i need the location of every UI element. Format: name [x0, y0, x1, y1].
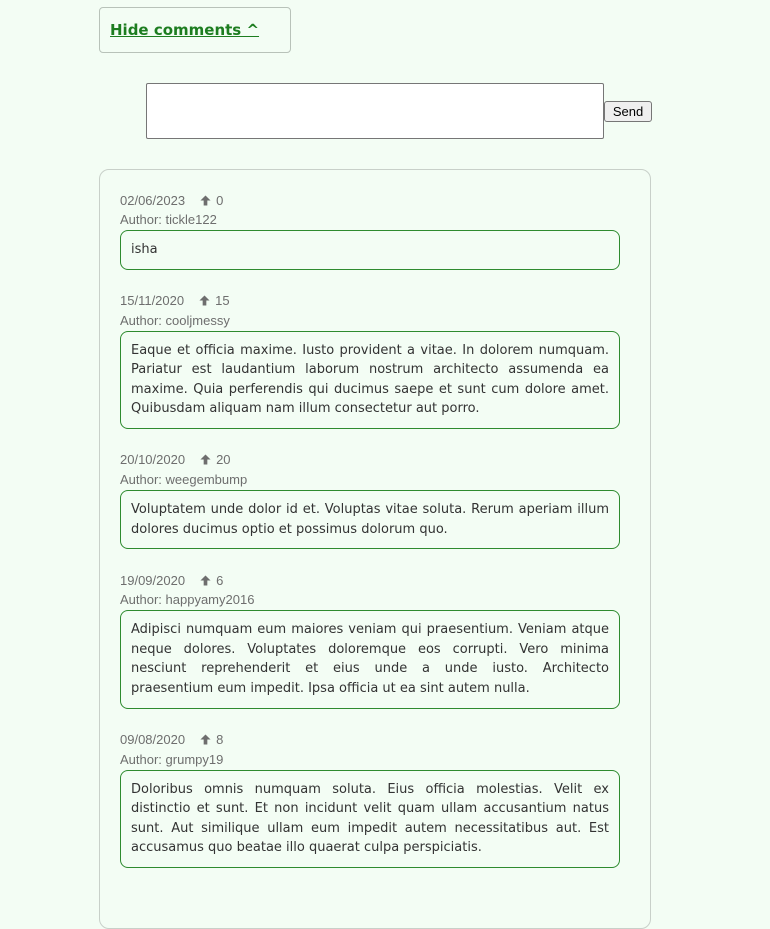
upvote-arrow-icon[interactable]	[200, 575, 211, 586]
comment-body: Doloribus omnis numquam soluta. Eius off…	[120, 769, 620, 868]
comment-author: Author: cooljmessy	[120, 312, 230, 328]
comment-meta: 20/10/2020 20	[120, 450, 620, 470]
comment-meta: 15/11/2020 15	[120, 291, 620, 311]
comment-vote-count: 0	[216, 192, 224, 208]
comment-body: isha	[120, 230, 620, 270]
hide-comments-link[interactable]: Hide comments ^	[110, 21, 259, 39]
upvote-arrow-icon[interactable]	[200, 454, 211, 466]
comment-body: Voluptatem unde dolor id et. Voluptas vi…	[120, 489, 620, 550]
comment-date: 15/11/2020	[120, 293, 185, 309]
comment-vote-count: 8	[216, 732, 224, 748]
comment-date: 09/08/2020	[120, 732, 186, 748]
comment-meta: 09/08/2020 8	[120, 730, 620, 750]
comment-date: 20/10/2020	[120, 452, 186, 468]
toggle-comments-container: Hide comments ^	[99, 7, 291, 53]
comment-card: 02/06/2023 0 Author: tickle122 isha	[120, 190, 620, 270]
upvote-arrow-icon[interactable]	[199, 295, 210, 306]
comment-body: Eaque et officia maxime. Iusto provident…	[120, 330, 620, 429]
comment-meta: 02/06/2023 0	[120, 190, 620, 210]
comment-body: Adipisci numquam eum maiores veniam qui …	[120, 610, 620, 709]
comment-card: 20/10/2020 20 Author: weegembump Volupta…	[120, 450, 620, 550]
comment-meta: 19/09/2020 6	[120, 570, 620, 590]
comment-author: Author: weegembump	[120, 471, 248, 487]
comment-input[interactable]	[146, 83, 604, 139]
comment-date: 02/06/2023	[120, 192, 186, 208]
send-button[interactable]: Send	[604, 101, 652, 122]
comments-list: 02/06/2023 0 Author: tickle122 isha 15/1…	[99, 169, 651, 929]
comment-vote-count: 6	[216, 572, 224, 588]
upvote-arrow-icon[interactable]	[200, 194, 211, 206]
comment-vote-count: 20	[216, 452, 231, 468]
comment-vote-count: 15	[215, 293, 230, 309]
comment-card: 09/08/2020 8 Author: grumpy19 Doloribus …	[120, 730, 620, 868]
comment-author: Author: happyamy2016	[120, 592, 255, 608]
upvote-arrow-icon[interactable]	[200, 734, 211, 745]
comment-date: 19/09/2020	[120, 572, 186, 588]
comment-card: 19/09/2020 6 Author: happyamy2016 Adipis…	[120, 570, 620, 709]
comment-card: 15/11/2020 15 Author: cooljmessy Eaque e…	[120, 291, 620, 429]
comment-author: Author: tickle122	[120, 212, 217, 227]
comment-author: Author: grumpy19	[120, 751, 224, 767]
